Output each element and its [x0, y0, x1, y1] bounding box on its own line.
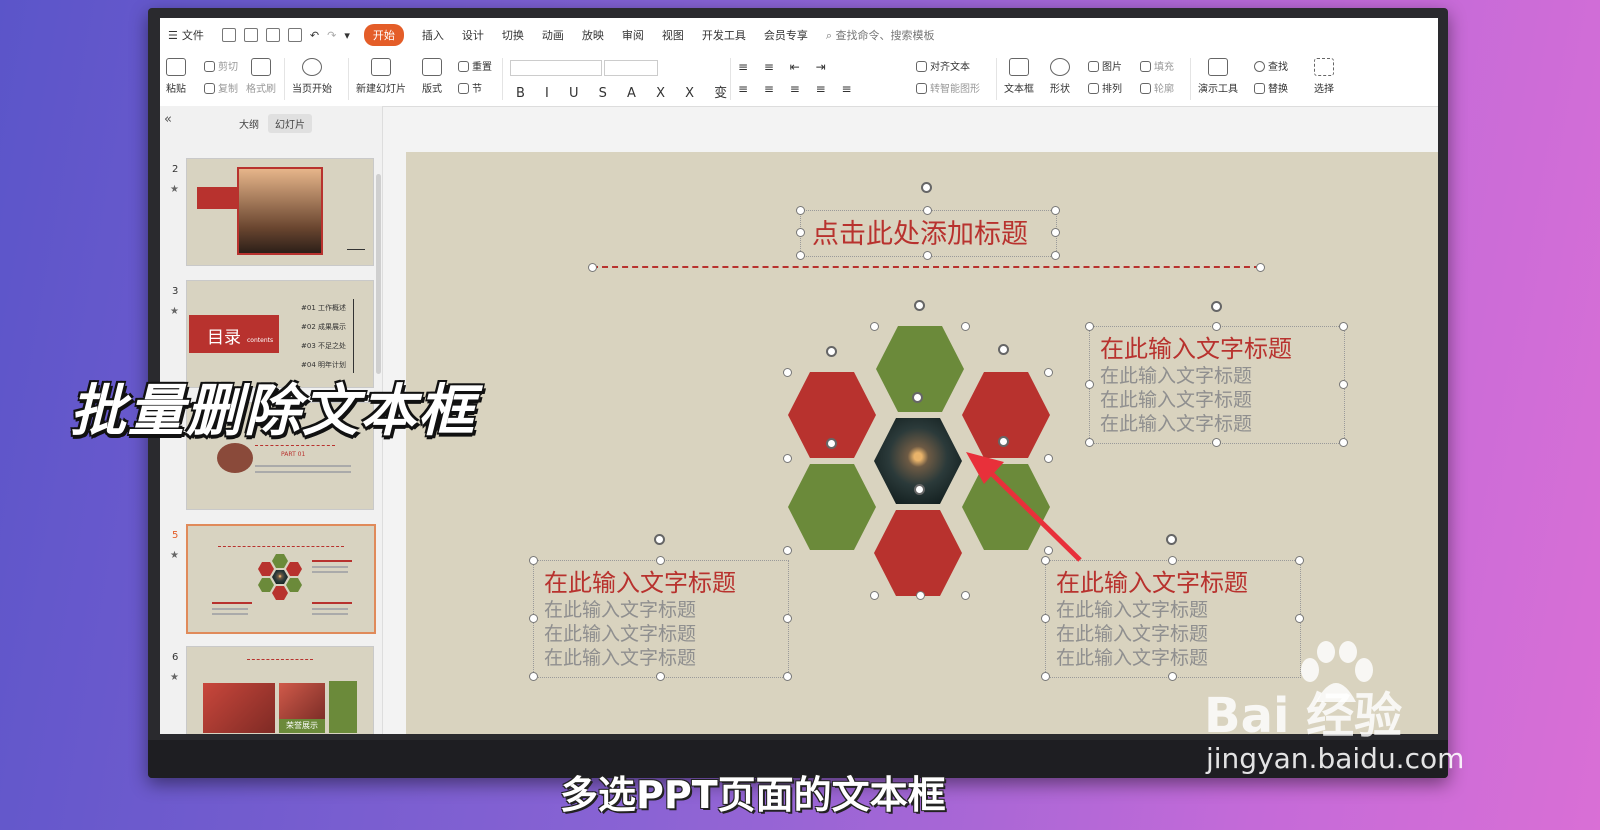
baidu-watermark-logo: Bai 经验	[1204, 688, 1403, 744]
video-caption: 多选PPT页面的文本框	[560, 773, 946, 817]
baidu-watermark-url: jingyan.baidu.com	[1206, 742, 1465, 775]
overlay-title: 批量删除文本框	[70, 379, 476, 444]
